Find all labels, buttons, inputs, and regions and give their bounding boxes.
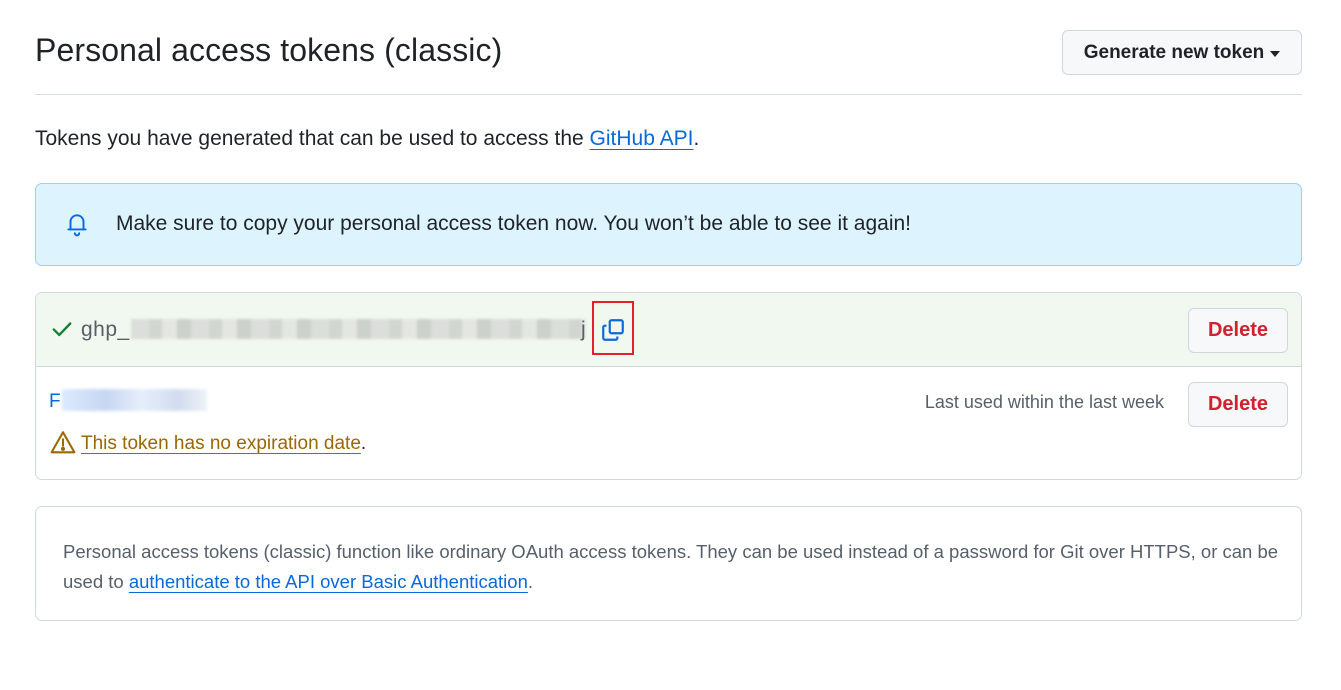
token-value-end: j (581, 318, 586, 341)
alert-icon (50, 431, 76, 454)
new-token-row: ghp_ j Delete (36, 293, 1301, 367)
delete-new-token-button[interactable]: Delete (1188, 308, 1288, 353)
delete-existing-token-button[interactable]: Delete (1188, 382, 1288, 427)
caret-down-icon (1270, 50, 1281, 57)
existing-token-row: F Last used within the last week Delete … (36, 367, 1301, 479)
intro-text: Tokens you have generated that can be us… (35, 127, 700, 150)
generate-new-token-label: Generate new token (1083, 41, 1265, 63)
token-list: ghp_ j Delete F Last used within the las… (35, 292, 1302, 480)
expiration-warning: This token has no expiration date. (81, 433, 367, 454)
github-api-link[interactable]: GitHub API (590, 127, 694, 150)
page-title: Personal access tokens (classic) (35, 32, 503, 68)
bell-icon (67, 214, 87, 237)
last-used-text: Last used within the last week (924, 392, 1164, 412)
basic-auth-link[interactable]: authenticate to the API over Basic Authe… (129, 571, 528, 592)
copy-token-button[interactable] (592, 301, 634, 355)
token-value-prefix[interactable]: ghp_ (81, 318, 130, 342)
generate-new-token-button[interactable]: Generate new token (1062, 30, 1302, 75)
page-header: Personal access tokens (classic) Generat… (35, 30, 1302, 95)
token-name-link[interactable]: F (49, 391, 61, 413)
copy-icon (602, 319, 624, 341)
info-box: Personal access tokens (classic) functio… (35, 506, 1302, 621)
info-text: Personal access tokens (classic) functio… (63, 541, 1279, 592)
redacted-token-value (131, 319, 586, 339)
copy-token-flash: Make sure to copy your personal access t… (35, 183, 1302, 266)
check-icon (52, 322, 72, 337)
no-expiration-link[interactable]: This token has no expiration date (81, 433, 361, 454)
flash-message: Make sure to copy your personal access t… (116, 212, 911, 235)
redacted-token-name (62, 389, 207, 411)
